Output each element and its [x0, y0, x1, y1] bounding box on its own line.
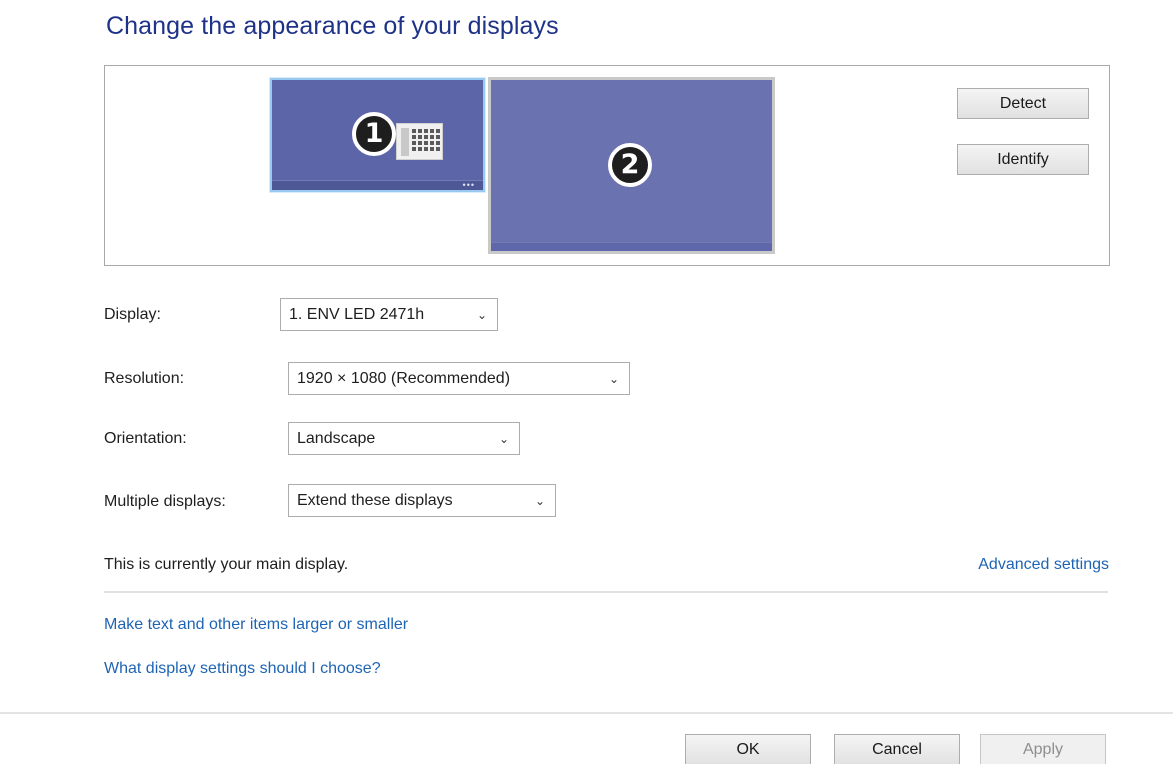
text-size-link[interactable]: Make text and other items larger or smal…	[104, 616, 408, 634]
advanced-settings-link[interactable]: Advanced settings	[978, 556, 1109, 574]
display-settings-help-link[interactable]: What display settings should I choose?	[104, 660, 381, 678]
cancel-button[interactable]: Cancel	[834, 734, 960, 764]
chevron-down-icon: ⌄	[498, 432, 509, 446]
display-label: Display:	[104, 306, 161, 323]
chevron-down-icon: ⌄	[476, 308, 487, 322]
resolution-select-value: 1920 × 1080 (Recommended)	[297, 370, 511, 387]
monitor-1-number-badge: 1	[352, 112, 396, 156]
chevron-down-icon: ⌄	[608, 372, 619, 386]
monitor-2-number-badge: 2	[608, 143, 652, 187]
ok-button[interactable]: OK	[685, 734, 811, 764]
chevron-down-icon: ⌄	[534, 494, 545, 508]
resolution-select[interactable]: 1920 × 1080 (Recommended) ⌄	[288, 362, 630, 395]
display-select-value: 1. ENV LED 2471h	[289, 306, 425, 323]
multiple-displays-select[interactable]: Extend these displays ⌄	[288, 484, 556, 517]
monitor-2-taskbar	[491, 242, 772, 251]
detect-button[interactable]: Detect	[957, 88, 1089, 119]
orientation-label: Orientation:	[104, 430, 187, 447]
identify-button[interactable]: Identify	[957, 144, 1089, 175]
taskbar-dots: •••	[462, 180, 475, 190]
main-display-status: This is currently your main display.	[104, 556, 349, 573]
orientation-select[interactable]: Landscape ⌄	[288, 422, 520, 455]
multiple-displays-label: Multiple displays:	[104, 493, 226, 510]
orientation-select-value: Landscape	[297, 430, 376, 447]
monitor-1-taskbar: •••	[272, 180, 483, 190]
page-title: Change the appearance of your displays	[106, 12, 559, 40]
display-arrangement-preview: 1 ••• 2 Detect Identify	[104, 65, 1110, 266]
apply-button[interactable]: Apply	[980, 734, 1106, 764]
footer-divider	[0, 712, 1173, 714]
monitor-1[interactable]: 1 •••	[270, 78, 485, 192]
display-select[interactable]: 1. ENV LED 2471h ⌄	[280, 298, 498, 331]
divider	[104, 591, 1108, 593]
multiple-displays-select-value: Extend these displays	[297, 492, 453, 509]
calculator-icon	[396, 123, 443, 160]
resolution-label: Resolution:	[104, 370, 185, 387]
monitor-2[interactable]: 2	[488, 77, 775, 254]
